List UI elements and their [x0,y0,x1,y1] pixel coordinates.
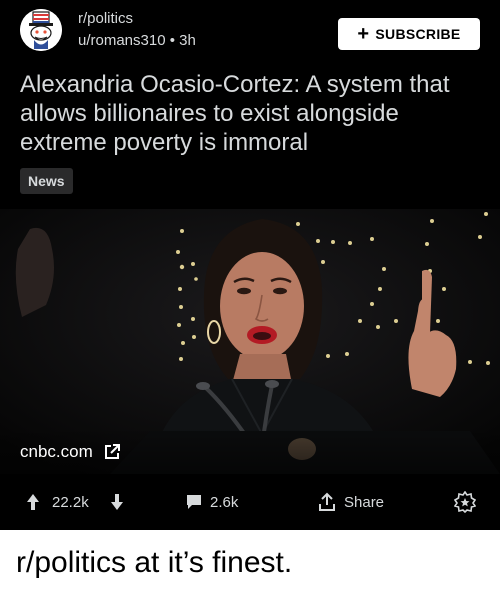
link-domain-text: cnbc.com [20,442,93,461]
comments-button[interactable]: 2.6k [186,474,238,530]
downvote-arrow-icon [110,493,124,511]
vote-count: 22.2k [52,493,89,511]
meta-separator: • [169,32,175,49]
share-label: Share [344,493,385,511]
post-age: 3h [179,32,196,49]
post-title[interactable]: Alexandria Ocasio-Cortez: A system that … [20,70,480,157]
share-button[interactable]: Share [318,474,384,530]
award-icon [454,491,476,513]
subscribe-label: SUBSCRIBE [375,26,461,42]
reddit-post-card: r/politics u/romans310 • 3h + SUBSCRIBE … [0,0,500,530]
post-meta: u/romans310 • 3h [78,32,196,49]
upvote-arrow-icon [26,493,40,511]
comment-bubble-icon [186,494,202,510]
author-name[interactable]: u/romans310 [78,32,166,49]
meme-caption: r/politics at it’s finest. [16,546,293,579]
subreddit-avatar-icon[interactable] [20,9,62,51]
post-header: r/politics u/romans310 • 3h + SUBSCRIBE [0,0,500,60]
external-link-icon [103,443,121,461]
post-action-bar: 22.2k 2.6k Share [0,474,500,530]
plus-icon: + [357,23,370,45]
link-domain[interactable]: cnbc.com [20,442,121,462]
subscribe-button[interactable]: + SUBSCRIBE [338,18,480,50]
post-flair[interactable]: News [20,168,73,194]
downvote-button[interactable] [110,474,124,530]
subreddit-name[interactable]: r/politics [78,10,133,27]
award-button[interactable] [454,474,476,530]
upvote-button[interactable] [26,474,40,530]
comment-count: 2.6k [210,493,239,511]
share-icon [318,492,336,512]
